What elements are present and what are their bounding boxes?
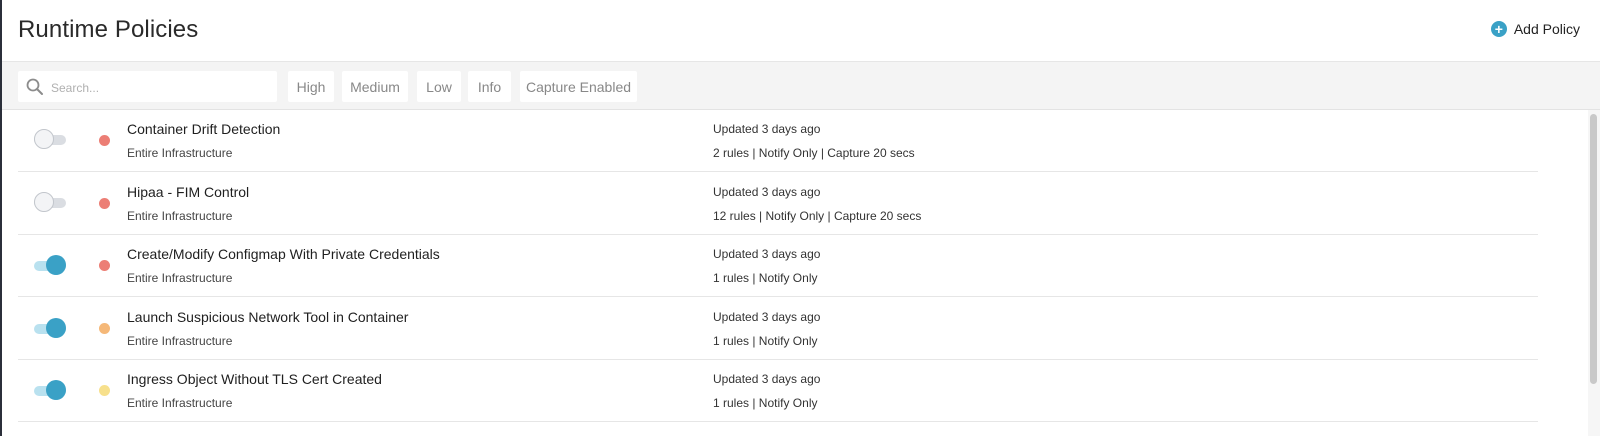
search-icon — [26, 78, 43, 95]
policy-enabled-toggle[interactable] — [34, 380, 66, 402]
plus-circle-icon: + — [1490, 21, 1507, 37]
policy-scope: Entire Infrastructure — [127, 396, 233, 410]
policy-enabled-toggle[interactable] — [34, 255, 66, 277]
policy-updated: Updated 3 days ago — [713, 309, 821, 324]
policy-scope: Entire Infrastructure — [127, 333, 233, 348]
add-policy-button[interactable]: + Add Policy — [1490, 21, 1580, 37]
toggle-knob — [34, 129, 54, 149]
toggle-knob — [34, 191, 54, 212]
toggle-knob — [46, 317, 66, 338]
policy-scope: Entire Infrastructure — [127, 208, 233, 223]
policy-enabled-toggle[interactable] — [34, 129, 66, 151]
filter-bar: High Medium Low Info Capture Enabled — [2, 62, 1600, 110]
policy-name[interactable]: Launch Suspicious Network Tool in Contai… — [127, 309, 408, 325]
policy-row[interactable]: Container Drift Detection Entire Infrastr… — [18, 110, 1538, 172]
add-policy-label: Add Policy — [1513, 21, 1580, 37]
policy-name[interactable]: Ingress Object Without TLS Cert Created — [127, 371, 382, 387]
policy-row[interactable]: Launch Suspicious Network Tool in Contai… — [18, 298, 1538, 360]
policy-updated: Updated 3 days ago — [713, 247, 821, 261]
policy-row[interactable]: Ingress Object Without TLS Cert Created E… — [18, 360, 1538, 422]
page-header: Runtime Policies + Add Policy — [2, 0, 1600, 62]
policy-enabled-toggle[interactable] — [34, 317, 66, 340]
scrollbar-thumb[interactable] — [1590, 114, 1597, 384]
page-title: Runtime Policies — [18, 16, 199, 43]
search-box — [18, 71, 277, 104]
severity-indicator — [99, 260, 110, 271]
policy-row[interactable]: Create/Modify Configmap With Private Cre… — [18, 235, 1538, 297]
policy-scope: Entire Infrastructure — [127, 271, 233, 285]
policy-name[interactable]: Create/Modify Configmap With Private Cre… — [127, 246, 440, 262]
severity-indicator — [99, 385, 110, 396]
filter-info[interactable]: Info — [468, 71, 511, 102]
policy-updated: Updated 3 days ago — [713, 122, 821, 136]
filter-medium[interactable]: Medium — [342, 71, 408, 102]
policy-updated: Updated 3 days ago — [713, 184, 821, 199]
policy-name[interactable]: Hipaa - FIM Control — [127, 184, 249, 200]
policy-details: 1 rules | Notify Only — [713, 396, 818, 410]
policy-details: 2 rules | Notify Only | Capture 20 secs — [713, 146, 915, 160]
severity-indicator — [99, 322, 110, 334]
search-input[interactable] — [49, 71, 273, 104]
policy-enabled-toggle[interactable] — [34, 191, 66, 214]
policy-details: 1 rules | Notify Only — [713, 333, 818, 348]
policy-row[interactable]: Hipaa - FIM Control Entire Infrastructure… — [18, 173, 1538, 235]
toggle-knob — [46, 380, 66, 400]
policy-scope: Entire Infrastructure — [127, 146, 233, 160]
policy-updated: Updated 3 days ago — [713, 372, 821, 386]
policy-name[interactable]: Container Drift Detection — [127, 121, 280, 137]
filter-capture-enabled[interactable]: Capture Enabled — [520, 71, 637, 102]
filter-high[interactable]: High — [288, 71, 334, 102]
filter-low[interactable]: Low — [417, 71, 461, 102]
policy-details: 1 rules | Notify Only — [713, 271, 818, 285]
toggle-knob — [46, 255, 66, 275]
severity-indicator — [99, 135, 110, 146]
policy-details: 12 rules | Notify Only | Capture 20 secs — [713, 208, 922, 223]
severity-indicator — [99, 197, 110, 209]
